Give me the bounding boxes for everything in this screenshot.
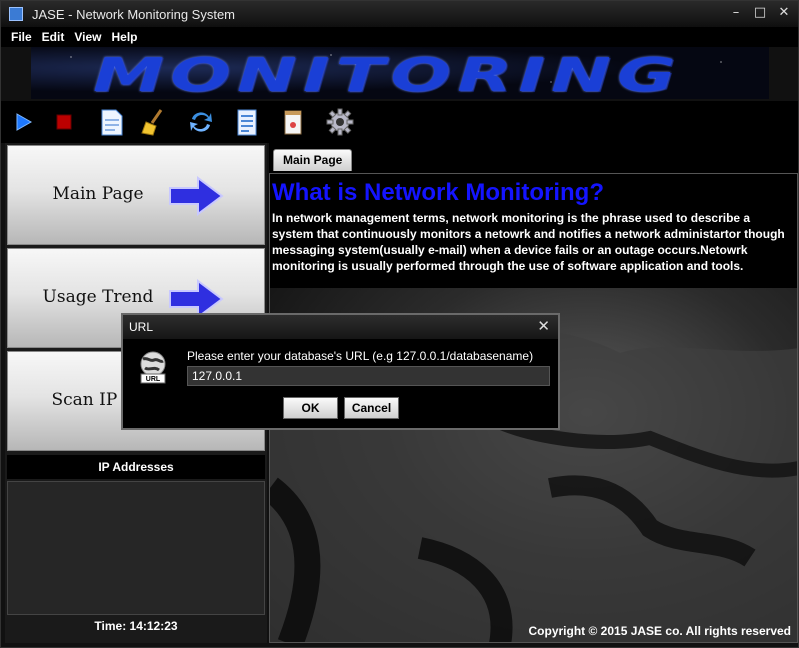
url-dialog: URL ✕ URL Please enter your database's U…	[121, 313, 560, 430]
banner-logo-text: MONITORING	[93, 48, 682, 99]
window-title: JASE - Network Monitoring System	[32, 6, 236, 22]
window-controls: – □ ✕	[726, 4, 794, 22]
ok-button[interactable]: OK	[283, 397, 338, 419]
ip-addresses-list[interactable]	[7, 481, 265, 615]
menu-edit[interactable]: Edit	[42, 30, 65, 44]
arrow-right-icon	[169, 176, 224, 216]
dialog-title-bar: URL ✕	[123, 315, 558, 339]
gear-icon[interactable]	[325, 107, 354, 137]
app-window: JASE - Network Monitoring System – □ ✕ F…	[0, 0, 799, 648]
notepad-icon[interactable]	[279, 107, 307, 137]
title-bar: JASE - Network Monitoring System – □ ✕	[1, 1, 798, 27]
minimize-icon[interactable]: –	[726, 4, 746, 22]
clipboard-icon[interactable]	[233, 107, 261, 137]
description-text: In network management terms, network mon…	[272, 211, 785, 273]
tab-main-page[interactable]: Main Page	[273, 149, 353, 171]
cancel-button[interactable]: Cancel	[344, 397, 399, 419]
database-url-input[interactable]	[187, 366, 550, 386]
clock-label: Time: 14:12:23	[94, 619, 178, 633]
close-icon[interactable]: ✕	[774, 4, 794, 22]
nav-usage-trend-label: Usage Trend	[42, 287, 154, 307]
dialog-title: URL	[129, 320, 154, 334]
dialog-message: Please enter your database's URL (e.g 12…	[187, 349, 534, 363]
menu-view[interactable]: View	[74, 30, 101, 44]
app-icon	[9, 7, 23, 21]
nav-main-page-label: Main Page	[52, 184, 144, 204]
menu-help[interactable]: Help	[111, 30, 137, 44]
play-icon[interactable]	[13, 107, 41, 137]
menu-bar: File Edit View Help	[1, 27, 798, 47]
globe-url-icon: URL	[140, 351, 166, 384]
maximize-icon[interactable]: □	[750, 4, 770, 22]
copyright-text: Copyright © 2015 JASE co. All rights res…	[528, 624, 791, 638]
toolbar	[1, 101, 798, 143]
broom-icon[interactable]	[139, 107, 167, 137]
menu-file[interactable]: File	[11, 30, 32, 44]
nav-main-page-button[interactable]: Main Page	[7, 145, 265, 245]
stop-icon[interactable]	[53, 107, 81, 137]
icon-url-text: URL	[146, 376, 161, 383]
page-heading: What is Network Monitoring?	[272, 179, 604, 206]
refresh-icon[interactable]	[187, 107, 215, 137]
ip-addresses-header: IP Addresses	[7, 455, 265, 479]
dialog-close-icon[interactable]: ✕	[537, 317, 550, 335]
banner: MONITORING	[31, 47, 769, 99]
document-icon[interactable]	[97, 107, 125, 137]
